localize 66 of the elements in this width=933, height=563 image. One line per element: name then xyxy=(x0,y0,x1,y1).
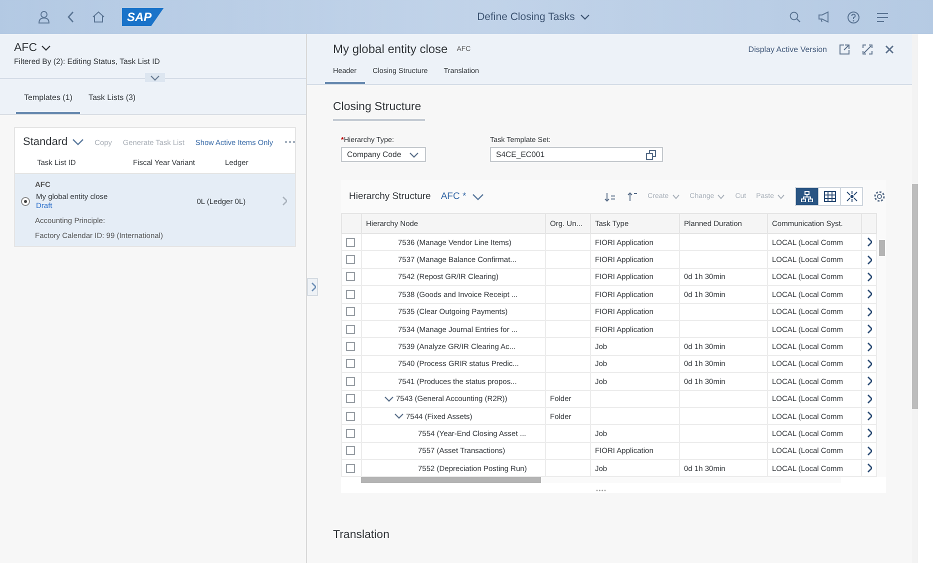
settings-icon[interactable] xyxy=(873,190,886,203)
app-title-menu[interactable]: Define Closing Tasks xyxy=(338,11,789,23)
view-switch[interactable] xyxy=(795,187,863,206)
checkbox[interactable] xyxy=(346,428,355,438)
chevron-right-icon xyxy=(310,282,316,292)
chevron-down-icon xyxy=(72,138,84,146)
chevron-down-icon xyxy=(41,44,51,52)
menu-icon[interactable] xyxy=(876,12,889,22)
chevron-down-icon xyxy=(580,13,590,21)
tab[interactable]: Templates (1) xyxy=(16,93,80,114)
checkbox[interactable] xyxy=(346,412,355,421)
resize-grip-icon[interactable] xyxy=(596,489,606,492)
chevron-down-icon[interactable] xyxy=(384,394,394,403)
scrollbar[interactable] xyxy=(361,477,841,484)
chevron-down-icon xyxy=(777,194,785,200)
fullscreen-icon[interactable] xyxy=(862,44,873,54)
move-up-icon[interactable] xyxy=(626,192,638,202)
expand-pane-button[interactable] xyxy=(307,278,318,296)
view-toggle-button[interactable] xyxy=(818,188,840,205)
chevron-down-icon xyxy=(472,192,484,200)
view-toggle-button[interactable] xyxy=(796,188,818,205)
tab[interactable]: Task Lists (3) xyxy=(80,93,144,114)
object-title: My global entity close xyxy=(333,42,448,56)
radio-button[interactable] xyxy=(21,196,30,206)
value-help-icon xyxy=(646,150,656,160)
scrollbar[interactable] xyxy=(912,34,918,563)
checkbox[interactable] xyxy=(346,376,355,386)
checkbox[interactable] xyxy=(346,324,355,334)
checkbox[interactable] xyxy=(346,307,355,316)
collapse-header-button[interactable] xyxy=(145,73,165,82)
home-icon[interactable] xyxy=(92,11,105,23)
sap-logo[interactable]: SAP xyxy=(122,8,164,26)
grid-view-icon xyxy=(824,191,836,202)
checkbox[interactable] xyxy=(346,464,355,473)
sort-icon[interactable] xyxy=(604,192,616,202)
view-toggle-button[interactable] xyxy=(840,188,862,205)
checkbox[interactable] xyxy=(346,238,355,247)
open-external-icon[interactable] xyxy=(839,44,850,54)
checkbox[interactable] xyxy=(346,359,355,368)
help-icon[interactable] xyxy=(847,10,860,24)
section-title: Translation xyxy=(333,529,390,544)
checkbox[interactable] xyxy=(346,342,355,352)
close-icon[interactable] xyxy=(885,44,894,54)
network-view-icon xyxy=(846,191,858,202)
checkbox[interactable] xyxy=(346,290,355,299)
search-icon[interactable] xyxy=(789,11,801,23)
back-icon[interactable] xyxy=(67,11,75,23)
chevron-down-icon xyxy=(150,74,160,82)
chevron-down-icon xyxy=(409,150,420,158)
chevron-down-icon xyxy=(717,194,726,200)
hierarchy-view-icon xyxy=(801,191,813,202)
more-icon[interactable] xyxy=(284,140,296,144)
section-title: Closing Structure xyxy=(333,101,426,121)
chevron-down-icon[interactable] xyxy=(394,412,404,420)
variant-title-menu[interactable]: AFC xyxy=(14,42,306,54)
checkbox[interactable] xyxy=(346,255,355,264)
table-title: Hierarchy Structure xyxy=(349,191,431,202)
user-icon[interactable] xyxy=(38,10,50,24)
display-active-version-button[interactable]: Display Active Version xyxy=(748,44,827,54)
megaphone-icon[interactable] xyxy=(817,11,831,23)
checkbox[interactable] xyxy=(346,394,355,404)
chevron-down-icon xyxy=(672,194,680,200)
checkbox[interactable] xyxy=(346,446,355,456)
variant-menu[interactable]: AFC * xyxy=(440,191,484,202)
variant-menu[interactable]: Standard xyxy=(23,136,84,148)
checkbox[interactable] xyxy=(346,272,355,282)
